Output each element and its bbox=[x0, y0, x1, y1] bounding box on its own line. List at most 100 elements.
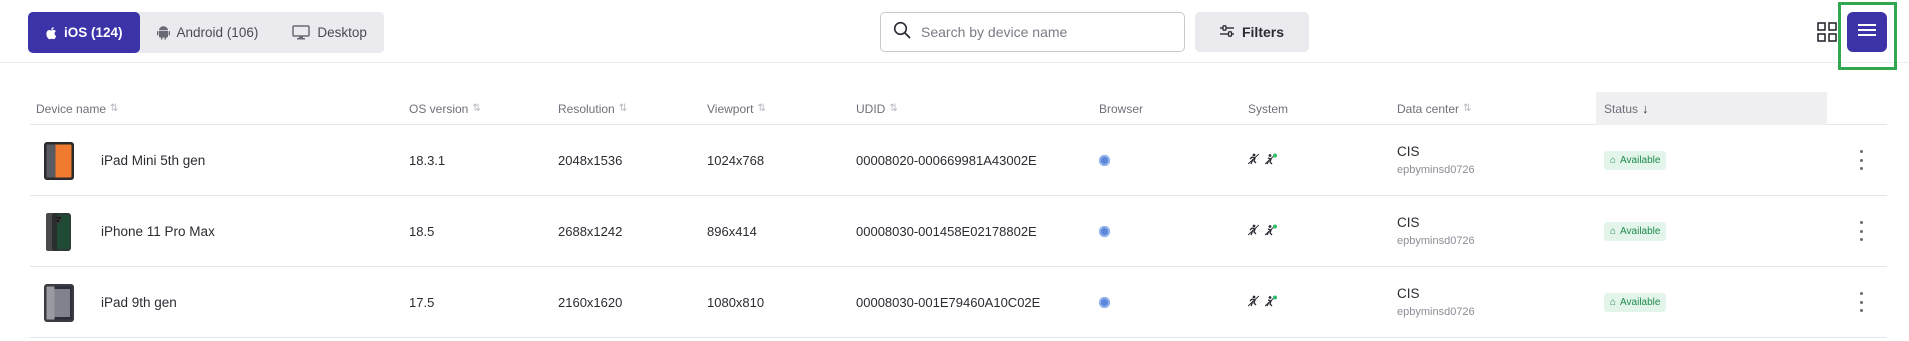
device-table: Device name ⇅ OS version ⇅ Resolution ⇅ Vie… bbox=[30, 92, 1887, 338]
column-label: Viewport bbox=[707, 101, 754, 116]
sort-icon: ⇅ bbox=[889, 103, 898, 114]
search-icon bbox=[893, 21, 911, 44]
data-center-cell: CIS epbyminsd0726 bbox=[1397, 267, 1475, 337]
data-center-cell: CIS epbyminsd0726 bbox=[1397, 196, 1475, 266]
system-cell bbox=[1247, 125, 1277, 195]
host-name: epbyminsd0726 bbox=[1397, 235, 1475, 247]
more-actions-icon[interactable] bbox=[1855, 150, 1867, 170]
search-box bbox=[880, 12, 1185, 52]
sort-icon: ⇅ bbox=[110, 103, 119, 114]
tab-android-label: Android (106) bbox=[176, 25, 259, 40]
tab-desktop[interactable]: Desktop bbox=[275, 12, 384, 53]
column-label: Resolution bbox=[558, 101, 615, 116]
available-icon: ⌂ bbox=[1610, 296, 1617, 308]
column-status[interactable]: Status ↓ bbox=[1596, 92, 1827, 125]
column-label: Status bbox=[1604, 101, 1639, 116]
system-cell bbox=[1247, 196, 1277, 266]
column-label: Device name bbox=[36, 101, 107, 116]
list-view-icon bbox=[1858, 23, 1876, 42]
tab-android[interactable]: Android (106) bbox=[140, 12, 276, 53]
sort-desc-icon: ↓ bbox=[1642, 101, 1649, 116]
column-label: OS version bbox=[409, 101, 469, 116]
no-run-icon bbox=[1247, 153, 1260, 168]
column-resolution[interactable]: Resolution ⇅ bbox=[558, 92, 627, 125]
browser-cell bbox=[1099, 125, 1110, 195]
more-actions-icon[interactable] bbox=[1855, 221, 1867, 241]
device-name[interactable]: iPad Mini 5th gen bbox=[101, 125, 205, 195]
table-row[interactable]: iPad Mini 5th gen 18.3.1 2048x1536 1024x… bbox=[30, 125, 1887, 196]
table-header: Device name ⇅ OS version ⇅ Resolution ⇅ Vie… bbox=[30, 92, 1887, 125]
column-label: UDID bbox=[856, 101, 886, 116]
browser-cell bbox=[1099, 267, 1110, 337]
system-cell bbox=[1247, 267, 1277, 337]
device-name[interactable]: iPhone 11 Pro Max bbox=[101, 196, 215, 266]
data-center-name: CIS bbox=[1397, 286, 1420, 301]
column-label: Data center bbox=[1397, 101, 1460, 116]
agent-status-icon bbox=[1264, 224, 1277, 239]
agent-status-icon bbox=[1264, 153, 1277, 168]
browser-cell bbox=[1099, 196, 1110, 266]
table-row[interactable]: iPad 9th gen 17.5 2160x1620 1080x810 000… bbox=[30, 267, 1887, 338]
status-cell: ⌂ Available bbox=[1604, 196, 1667, 266]
viewport: 1080x810 bbox=[707, 294, 765, 310]
column-label: Browser bbox=[1099, 101, 1144, 116]
sort-icon: ⇅ bbox=[757, 103, 766, 114]
platform-tabs: iOS (124) Android (106) Desktop bbox=[28, 12, 384, 53]
toolbar: iOS (124) Android (106) Desktop Filters bbox=[0, 0, 1909, 70]
safari-icon bbox=[1099, 296, 1110, 308]
status-badge: ⌂ Available bbox=[1604, 221, 1667, 241]
column-data-center[interactable]: Data center ⇅ bbox=[1397, 92, 1471, 125]
agent-status-icon bbox=[1264, 295, 1277, 310]
sort-icon: ⇅ bbox=[472, 103, 481, 114]
column-browser: Browser bbox=[1099, 92, 1143, 125]
udid: 00008030-001458E02178802E bbox=[856, 223, 1037, 239]
os-version: 18.3.1 bbox=[409, 152, 446, 168]
filters-button[interactable]: Filters bbox=[1195, 12, 1309, 52]
status-cell: ⌂ Available bbox=[1604, 125, 1667, 195]
tab-ios-label: iOS (124) bbox=[64, 25, 123, 40]
column-device-name[interactable]: Device name ⇅ bbox=[36, 92, 118, 125]
os-version: 17.5 bbox=[409, 294, 435, 310]
os-version: 18.5 bbox=[409, 223, 435, 239]
column-system: System bbox=[1248, 92, 1288, 125]
status-label: Available bbox=[1620, 154, 1661, 166]
more-actions-icon[interactable] bbox=[1855, 292, 1867, 312]
data-center-cell: CIS epbyminsd0726 bbox=[1397, 125, 1475, 195]
phone-thumbnail bbox=[42, 212, 76, 252]
column-udid[interactable]: UDID ⇅ bbox=[856, 92, 898, 125]
host-name: epbyminsd0726 bbox=[1397, 164, 1475, 176]
table-row[interactable]: iPhone 11 Pro Max 18.5 2688x1242 896x414… bbox=[30, 196, 1887, 267]
sliders-icon bbox=[1219, 24, 1234, 40]
apple-icon bbox=[45, 26, 57, 40]
status-label: Available bbox=[1620, 225, 1661, 237]
status-badge: ⌂ Available bbox=[1604, 292, 1667, 312]
status-label: Available bbox=[1620, 296, 1661, 308]
desktop-icon bbox=[292, 25, 311, 40]
no-run-icon bbox=[1247, 295, 1260, 310]
column-os-version[interactable]: OS version ⇅ bbox=[409, 92, 481, 125]
tab-ios[interactable]: iOS (124) bbox=[28, 12, 140, 53]
viewport: 896x414 bbox=[707, 223, 757, 239]
android-icon bbox=[156, 25, 170, 40]
column-label: System bbox=[1248, 101, 1289, 116]
tablet-thumbnail bbox=[42, 141, 76, 181]
resolution: 2688x1242 bbox=[558, 223, 623, 239]
data-center-name: CIS bbox=[1397, 144, 1420, 159]
resolution: 2048x1536 bbox=[558, 152, 623, 168]
device-name[interactable]: iPad 9th gen bbox=[101, 267, 177, 337]
filters-label: Filters bbox=[1241, 24, 1284, 40]
search-input[interactable] bbox=[921, 24, 1161, 40]
safari-icon bbox=[1099, 154, 1110, 166]
viewport: 1024x768 bbox=[707, 152, 765, 168]
list-view-button[interactable] bbox=[1847, 12, 1887, 52]
host-name: epbyminsd0726 bbox=[1397, 306, 1475, 318]
resolution: 2160x1620 bbox=[558, 294, 623, 310]
column-viewport[interactable]: Viewport ⇅ bbox=[707, 92, 766, 125]
tab-desktop-label: Desktop bbox=[317, 25, 367, 40]
sort-icon: ⇅ bbox=[618, 103, 628, 114]
grid-view-icon[interactable] bbox=[1817, 22, 1837, 42]
udid: 00008020-000669981A43002E bbox=[856, 152, 1037, 168]
status-badge: ⌂ Available bbox=[1604, 150, 1667, 170]
tablet-thumbnail bbox=[42, 283, 76, 323]
safari-icon bbox=[1099, 225, 1110, 237]
